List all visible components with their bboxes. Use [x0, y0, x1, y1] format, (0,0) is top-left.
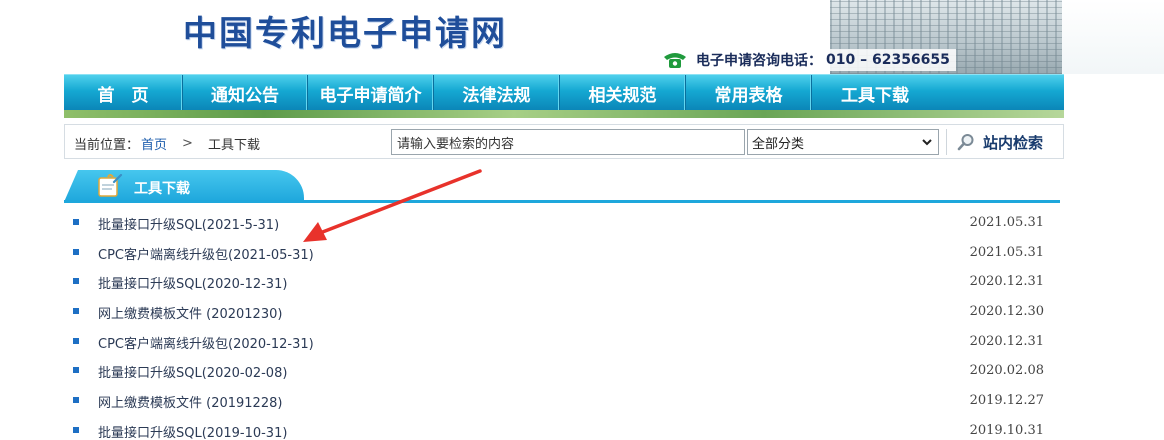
- header-sky: [1062, 0, 1164, 74]
- bullet-icon: [73, 337, 79, 344]
- download-date: 2019.10.31: [969, 422, 1044, 438]
- download-link[interactable]: 网上缴费模板文件 (20201230): [98, 303, 282, 322]
- phone-icon: [664, 53, 686, 68]
- bullet-icon: [73, 397, 79, 404]
- bullet-icon: [73, 367, 79, 374]
- breadcrumb-current: 工具下载: [207, 138, 260, 153]
- nav-decorative-strip: [64, 110, 1064, 118]
- site-search-button[interactable]: 站内检索: [946, 129, 1060, 155]
- breadcrumb-home-link[interactable]: 首页: [141, 134, 167, 153]
- list-item: 网上缴费模板文件 (20201230) 2020.12.30: [64, 297, 1054, 327]
- bullet-icon: [73, 308, 79, 315]
- breadcrumb-prefix: 当前位置：: [74, 138, 140, 153]
- bullet-icon: [73, 219, 79, 225]
- download-link[interactable]: CPC客户端离线升级包(2020-12-31): [98, 333, 314, 352]
- list-item: 批量接口升级SQL(2019-10-31) 2019.10.31: [64, 416, 1054, 440]
- download-link[interactable]: 批量接口升级SQL(2020-02-08): [98, 362, 287, 381]
- search-input[interactable]: [391, 129, 745, 155]
- section-divider: [64, 200, 1060, 203]
- breadcrumb-search-bar: 当前位置： 首页 > 工具下载 全部分类 站内检索: [64, 124, 1064, 159]
- nav-item-standards[interactable]: 相关规范: [560, 75, 686, 111]
- download-link[interactable]: CPC客户端离线升级包(2021-05-31): [98, 244, 314, 263]
- section-title: 工具下载: [134, 181, 190, 197]
- category-select[interactable]: 全部分类: [747, 129, 939, 155]
- list-item: 网上缴费模板文件 (20191228) 2019.12.27: [64, 386, 1054, 416]
- nav-item-tools[interactable]: 工具下载: [812, 75, 938, 111]
- download-date: 2020.12.31: [969, 333, 1044, 349]
- download-date: 2021.05.31: [969, 215, 1044, 230]
- main-nav: 首 页 通知公告 电子申请简介 法律法规 相关规范 常用表格 工具下载: [64, 74, 1064, 111]
- download-link[interactable]: 批量接口升级SQL(2020-12-31): [98, 273, 287, 292]
- download-date: 2020.02.08: [969, 363, 1044, 379]
- hotline-label: 电子申请咨询电话：: [696, 53, 822, 69]
- download-date: 2021.05.31: [969, 244, 1044, 260]
- nav-item-laws[interactable]: 法律法规: [434, 75, 560, 111]
- nav-item-home[interactable]: 首 页: [64, 75, 183, 111]
- nav-item-intro[interactable]: 电子申请简介: [308, 75, 434, 111]
- nav-item-notices[interactable]: 通知公告: [183, 75, 308, 111]
- site-search-button-label: 站内检索: [983, 133, 1044, 152]
- download-date: 2019.12.27: [969, 393, 1044, 409]
- download-link[interactable]: 网上缴费模板文件 (20191228): [98, 392, 282, 411]
- site-title: 中国专利电子申请网: [183, 14, 507, 54]
- list-item: CPC客户端离线升级包(2021-05-31) 2021.05.31: [64, 238, 1054, 268]
- breadcrumb: 当前位置： 首页 > 工具下载: [74, 134, 260, 153]
- list-item: 批量接口升级SQL(2021-5-31) 2021.05.31: [64, 208, 1054, 238]
- chevron-down-icon: [922, 139, 932, 146]
- category-select-value: 全部分类: [752, 136, 805, 152]
- breadcrumb-separator: >: [182, 136, 193, 151]
- download-link[interactable]: 批量接口升级SQL(2019-10-31): [98, 422, 287, 440]
- search-icon: [957, 134, 974, 151]
- site-header: 中国专利电子申请网 电子申请咨询电话： 010 – 62356655: [0, 0, 1164, 74]
- list-item: CPC客户端离线升级包(2020-12-31) 2020.12.31: [64, 327, 1054, 357]
- list-item: 批量接口升级SQL(2020-02-08) 2020.02.08: [64, 356, 1054, 386]
- bullet-icon: [73, 248, 79, 255]
- hotline-number: 010 – 62356655: [826, 52, 950, 68]
- download-date: 2020.12.30: [969, 304, 1044, 320]
- nav-item-forms[interactable]: 常用表格: [686, 75, 812, 111]
- download-date: 2020.12.31: [969, 274, 1044, 290]
- bullet-icon: [73, 426, 79, 433]
- notepad-icon: [98, 174, 123, 197]
- bullet-icon: [73, 278, 79, 285]
- download-list: 批量接口升级SQL(2021-5-31) 2021.05.31 CPC客户端离线…: [64, 208, 1054, 440]
- list-item: 批量接口升级SQL(2020-12-31) 2020.12.31: [64, 267, 1054, 297]
- hotline: 电子申请咨询电话： 010 – 62356655: [660, 49, 956, 71]
- download-link[interactable]: 批量接口升级SQL(2021-5-31): [98, 214, 279, 233]
